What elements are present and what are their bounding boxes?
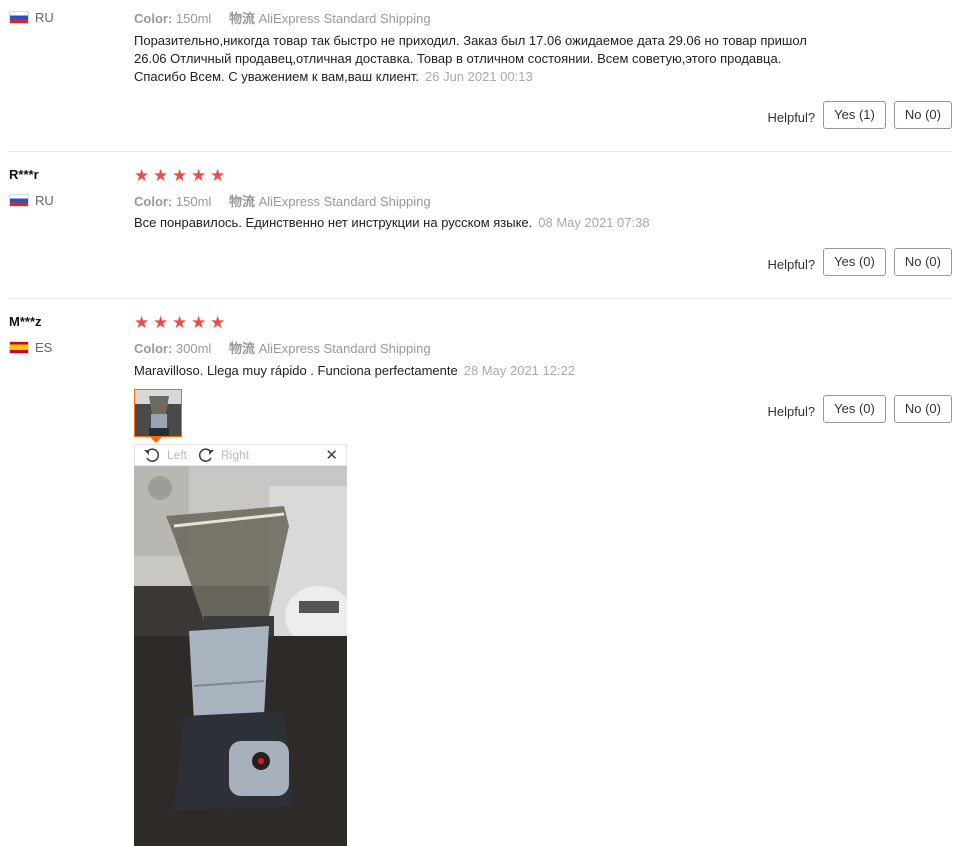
country-code: RU <box>35 193 54 208</box>
shipping-value: AliExpress Standard Shipping <box>258 11 431 26</box>
review-text-body: Все понравилось. Единственно нет инструк… <box>134 215 533 230</box>
review-text: Поразительно,никогда товар так быстро не… <box>134 32 854 86</box>
star-icon: ★ <box>172 166 188 185</box>
russia-flag-icon <box>9 194 29 207</box>
color-value: 150ml <box>175 11 212 26</box>
review-text-line: Поразительно,никогда товар так быстро не… <box>134 33 807 48</box>
shipping-key: 物流 <box>228 341 255 356</box>
shipping-value: AliExpress Standard Shipping <box>258 194 431 209</box>
review-text-body: Maravilloso. Llega muy rápido . Funciona… <box>134 363 458 378</box>
helpful-label: Helpful? <box>767 109 816 125</box>
review-text: Maravilloso. Llega muy rápido . Funciona… <box>134 362 854 380</box>
color-key: Color: <box>134 11 173 26</box>
rotate-left-button[interactable]: Left <box>143 447 187 463</box>
review-divider <box>8 151 952 152</box>
star-icon: ★ <box>191 166 207 185</box>
star-icon: ★ <box>134 313 150 332</box>
star-icon: ★ <box>210 166 226 185</box>
review-date: 08 May 2021 07:38 <box>538 215 650 230</box>
star-icon: ★ <box>153 313 169 332</box>
helpful-no-button[interactable]: No (0) <box>893 101 952 129</box>
thumbnail-image <box>135 390 181 436</box>
rotate-right-label: Right <box>221 448 250 462</box>
helpful-controls: Helpful? Yes (1) No (0) <box>767 101 952 129</box>
review-text-line: 26.06 Отличный продавец,отличная доставк… <box>134 51 782 66</box>
review-meta: Color: 300ml 物流 AliExpress Standard Ship… <box>134 338 431 357</box>
helpful-no-button[interactable]: No (0) <box>893 395 952 423</box>
rating-stars: ★ ★ ★ ★ ★ <box>134 314 228 331</box>
review-date: 26 Jun 2021 00:13 <box>425 69 533 84</box>
review-meta: Color: 150ml 物流 AliExpress Standard Ship… <box>134 8 431 27</box>
rotate-left-icon <box>144 448 160 462</box>
close-icon[interactable]: ✕ <box>325 446 338 464</box>
rating-stars: ★ ★ ★ ★ ★ <box>134 167 228 184</box>
review-text-line: Спасибо Всем. С уважением к вам,ваш клие… <box>134 69 419 84</box>
shipping-key: 物流 <box>228 194 255 209</box>
helpful-label: Helpful? <box>767 403 816 419</box>
rotate-left-label: Left <box>167 448 188 462</box>
helpful-yes-button[interactable]: Yes (1) <box>823 101 886 129</box>
helpful-no-button[interactable]: No (0) <box>893 248 952 276</box>
shipping-key: 物流 <box>228 11 255 26</box>
rotate-right-button[interactable]: Right <box>197 447 249 463</box>
helpful-yes-button[interactable]: Yes (0) <box>823 395 886 423</box>
color-value: 300ml <box>175 341 212 356</box>
star-icon: ★ <box>153 166 169 185</box>
shipping-value: AliExpress Standard Shipping <box>258 341 431 356</box>
image-viewer: Left Right ✕ <box>134 444 347 846</box>
reviewer-country: ES <box>9 340 52 355</box>
color-key: Color: <box>134 341 173 356</box>
helpful-controls: Helpful? Yes (0) No (0) <box>767 248 952 276</box>
color-value: 150ml <box>175 194 212 209</box>
star-icon: ★ <box>191 313 207 332</box>
reviewer-country: RU <box>9 193 54 208</box>
color-key: Color: <box>134 194 173 209</box>
spain-flag-icon <box>9 341 29 354</box>
country-code: ES <box>35 340 53 355</box>
review-divider <box>8 298 952 299</box>
reviewer-country: RU <box>9 10 54 25</box>
helpful-yes-button[interactable]: Yes (0) <box>823 248 886 276</box>
viewer-toolbar: Left Right ✕ <box>134 444 347 466</box>
helpful-controls: Helpful? Yes (0) No (0) <box>767 395 952 423</box>
helpful-label: Helpful? <box>767 256 816 272</box>
review-photo-thumbnail[interactable] <box>134 389 182 437</box>
russia-flag-icon <box>9 11 29 24</box>
review-meta: Color: 150ml 物流 AliExpress Standard Ship… <box>134 191 431 210</box>
review-text: Все понравилось. Единственно нет инструк… <box>134 214 854 232</box>
star-icon: ★ <box>210 313 226 332</box>
review-photo <box>134 466 347 846</box>
rotate-right-icon <box>198 448 215 462</box>
reviewer-name: M***z <box>9 314 42 329</box>
star-icon: ★ <box>134 166 150 185</box>
reviewer-name: R***r <box>9 167 39 182</box>
star-icon: ★ <box>172 313 188 332</box>
review-date: 28 May 2021 12:22 <box>463 363 576 378</box>
country-code: RU <box>35 10 54 25</box>
thumbnail-pointer <box>150 437 162 443</box>
